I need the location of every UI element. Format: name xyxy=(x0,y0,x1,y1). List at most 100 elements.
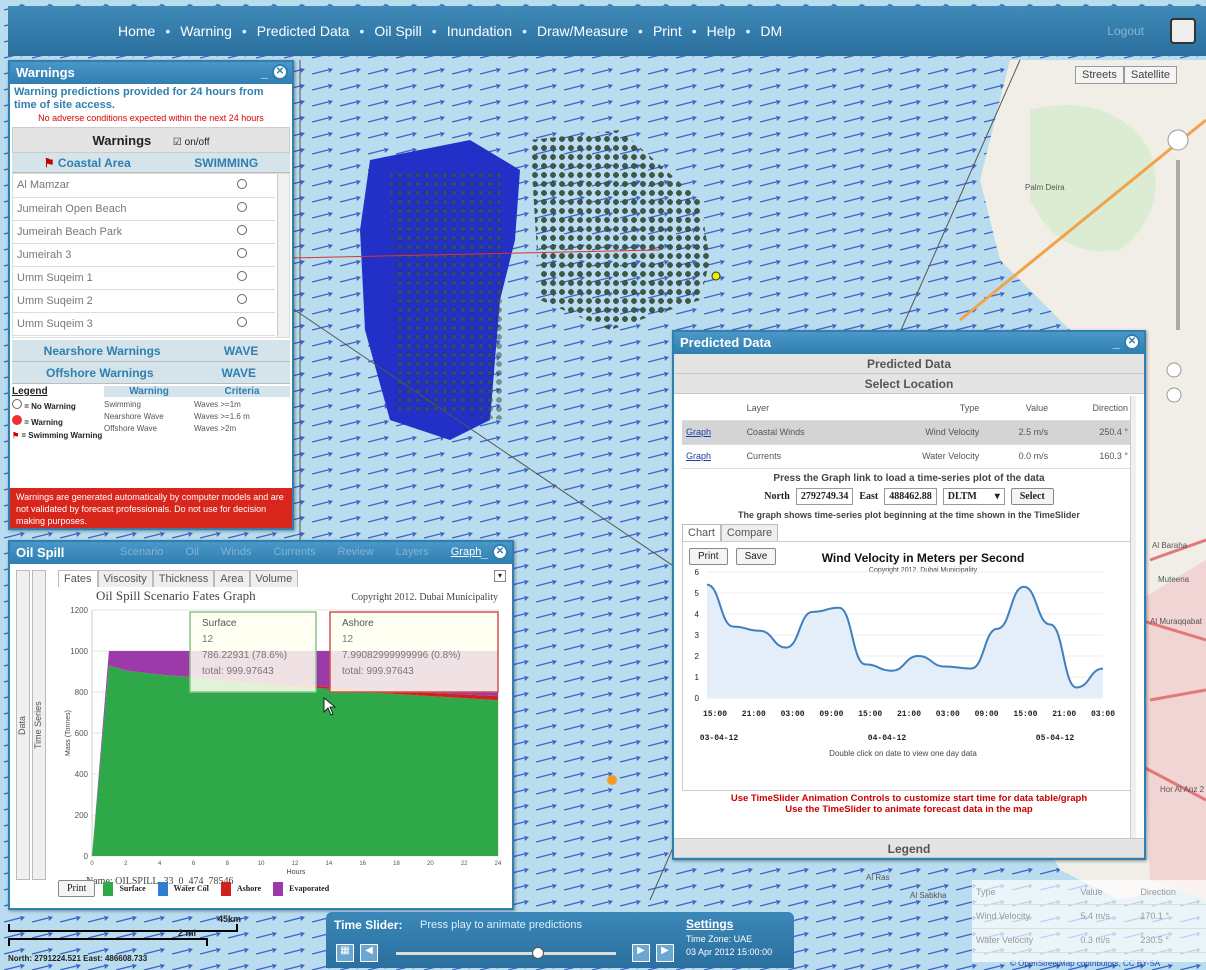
oil-menu-scenario[interactable]: Scenario xyxy=(120,546,163,558)
coastal-area-label[interactable]: ⚑ Coastal Area xyxy=(44,156,131,170)
tab-fates[interactable]: Fates xyxy=(58,570,98,587)
nav-item-5[interactable]: Draw/Measure xyxy=(537,23,628,39)
tab-viscosity[interactable]: Viscosity xyxy=(97,570,153,587)
tab-volume[interactable]: Volume xyxy=(249,570,299,587)
nav-item-3[interactable]: Oil Spill xyxy=(374,23,421,39)
close-icon[interactable]: ✕ xyxy=(492,544,508,560)
surface-tooltip-title: Surface xyxy=(202,618,237,629)
swimming-radio[interactable] xyxy=(237,178,247,189)
warnings-header-label: Warnings xyxy=(92,133,152,148)
oil-menu-oil[interactable]: Oil xyxy=(185,546,198,558)
tab-area[interactable]: Area xyxy=(214,570,250,587)
oil-menu-winds[interactable]: Winds xyxy=(221,546,252,558)
coord-select[interactable]: DLTM ▾ xyxy=(942,487,1005,505)
nav-item-8[interactable]: DM xyxy=(760,23,782,39)
date-label[interactable]: 03-04-12 xyxy=(700,734,739,743)
tab-compare[interactable]: Compare xyxy=(720,523,779,541)
pred-row[interactable]: Graph Coastal Winds Wind Velocity 2.5 m/s 25… xyxy=(682,420,1132,445)
nav-item-7[interactable]: Help xyxy=(707,23,736,39)
onoff-toggle[interactable]: ☑ on/off xyxy=(173,137,210,148)
nearshore-header[interactable]: Nearshore Warnings WAVE xyxy=(12,340,290,362)
surface-tooltip-total: total: 999.97643 xyxy=(202,666,274,677)
predicted-title-bar[interactable]: Predicted Data _ ✕ xyxy=(674,332,1144,354)
swimming-radio[interactable] xyxy=(237,202,247,212)
calendar-icon[interactable]: ▦ xyxy=(336,944,354,962)
layer-value: 0.0 m/s xyxy=(983,444,1053,469)
predicted-data-bar[interactable]: Predicted Data xyxy=(674,354,1144,374)
swimming-radio[interactable] xyxy=(237,294,247,304)
graph-link[interactable]: Graph xyxy=(682,444,743,469)
area-list-scrollbar[interactable] xyxy=(277,174,289,337)
area-row[interactable]: Jumeirah Beach Park xyxy=(13,220,275,244)
pred-row[interactable]: Graph Currents Water Velocity 0.0 m/s 160.3 … xyxy=(682,444,1132,469)
minimize-icon[interactable]: _ xyxy=(1113,335,1120,350)
nav-item-6[interactable]: Print xyxy=(653,23,682,39)
close-icon[interactable]: ✕ xyxy=(272,64,288,80)
wind-chart[interactable]: Wind Velocity in Meters per Second Copyri… xyxy=(683,542,1123,787)
app-logo-icon[interactable] xyxy=(1170,18,1196,44)
col-direction: Direction xyxy=(1052,396,1132,421)
press-note: Press the Graph link to load a time-seri… xyxy=(773,472,1045,484)
warnings-title-bar[interactable]: Warnings _ ✕ xyxy=(10,62,292,84)
x-tick-label: 15:00 xyxy=(858,710,882,719)
oil-legend-item: Surface xyxy=(103,881,146,896)
swimming-radio[interactable] xyxy=(237,248,247,258)
predicted-scrollbar[interactable] xyxy=(1130,396,1136,842)
oil-menu-layers[interactable]: Layers xyxy=(396,546,429,558)
close-icon[interactable]: ✕ xyxy=(1124,334,1140,350)
nav-item-2[interactable]: Predicted Data xyxy=(257,23,350,39)
swimming-radio[interactable] xyxy=(237,225,247,235)
offshore-header[interactable]: Offshore Warnings WAVE xyxy=(12,362,290,384)
area-name: Umm Suqeim 2 xyxy=(13,289,205,313)
select-button[interactable]: Select xyxy=(1010,487,1054,505)
area-row[interactable]: Umm Suqeim 3 xyxy=(13,312,275,336)
x-tick-label: 03:00 xyxy=(781,710,805,719)
oil-menu-review[interactable]: Review xyxy=(338,546,374,558)
oil-spill-title: Oil Spill xyxy=(16,545,65,560)
tab-dropdown-icon[interactable]: ▾ xyxy=(494,570,506,582)
nav-item-4[interactable]: Inundation xyxy=(447,23,512,39)
time-slider-track[interactable] xyxy=(396,952,616,955)
select-location-bar[interactable]: Select Location xyxy=(674,374,1144,394)
oil-legend-item: Evaporated xyxy=(273,881,329,896)
satellite-button[interactable]: Satellite xyxy=(1123,66,1177,84)
col-value: Value xyxy=(983,396,1053,421)
tab-chart[interactable]: Chart xyxy=(682,523,721,541)
area-row[interactable]: Umm Suqeim 2 xyxy=(13,289,275,313)
area-row[interactable]: Al Mamzar xyxy=(13,174,275,198)
timeseries-side-tab[interactable]: Time Series xyxy=(32,570,46,880)
minimize-icon[interactable]: _ xyxy=(481,545,488,560)
nav-item-0[interactable]: Home xyxy=(118,23,155,39)
oil-menu-currents[interactable]: Currents xyxy=(273,546,315,558)
mini-cell: Wind Velocity xyxy=(972,904,1077,929)
minimize-icon[interactable]: _ xyxy=(261,65,268,80)
streets-button[interactable]: Streets xyxy=(1075,66,1124,84)
east-input[interactable]: 488462.88 xyxy=(884,487,937,505)
swimming-radio[interactable] xyxy=(237,271,247,281)
oil-menu-graph[interactable]: Graph xyxy=(451,546,482,558)
data-side-tab[interactable]: Data xyxy=(16,570,30,880)
nav-item-1[interactable]: Warning xyxy=(180,23,232,39)
y-tick-label: 3 xyxy=(695,631,700,640)
oil-print-button[interactable]: Print xyxy=(58,880,96,897)
area-row[interactable]: Jumeirah Open Beach xyxy=(13,197,275,221)
step-back-icon[interactable]: ◀ xyxy=(360,944,378,962)
fates-graph[interactable]: 0200400600800100012000 2 4 6 8 10 12 14 16 18 20 22… xyxy=(56,586,506,886)
login-link[interactable]: Logout xyxy=(1107,24,1144,38)
graph-link[interactable]: Graph xyxy=(682,420,743,445)
legend-bar[interactable]: Legend xyxy=(674,838,1144,858)
tab-thickness[interactable]: Thickness xyxy=(152,570,215,587)
play-icon[interactable]: ▶ xyxy=(632,944,650,962)
step-forward-icon[interactable]: ▶ xyxy=(656,944,674,962)
area-row[interactable]: Umm Suqeim 1 xyxy=(13,266,275,290)
settings-link[interactable]: Settings xyxy=(686,917,733,931)
time-slider-handle[interactable] xyxy=(532,947,544,959)
swimming-radio[interactable] xyxy=(237,317,247,327)
date-label[interactable]: 04-04-12 xyxy=(868,734,907,743)
date-label[interactable]: 05-04-12 xyxy=(1036,734,1075,743)
north-input[interactable]: 2792749.34 xyxy=(795,487,854,505)
area-row[interactable]: Jumeirah 3 xyxy=(13,243,275,267)
criteria-type: Offshore Wave xyxy=(104,424,157,433)
y-tick-label: 600 xyxy=(75,729,89,738)
oil-spill-title-bar[interactable]: Oil Spill Scenario Oil Winds Currents Review… xyxy=(10,542,512,564)
